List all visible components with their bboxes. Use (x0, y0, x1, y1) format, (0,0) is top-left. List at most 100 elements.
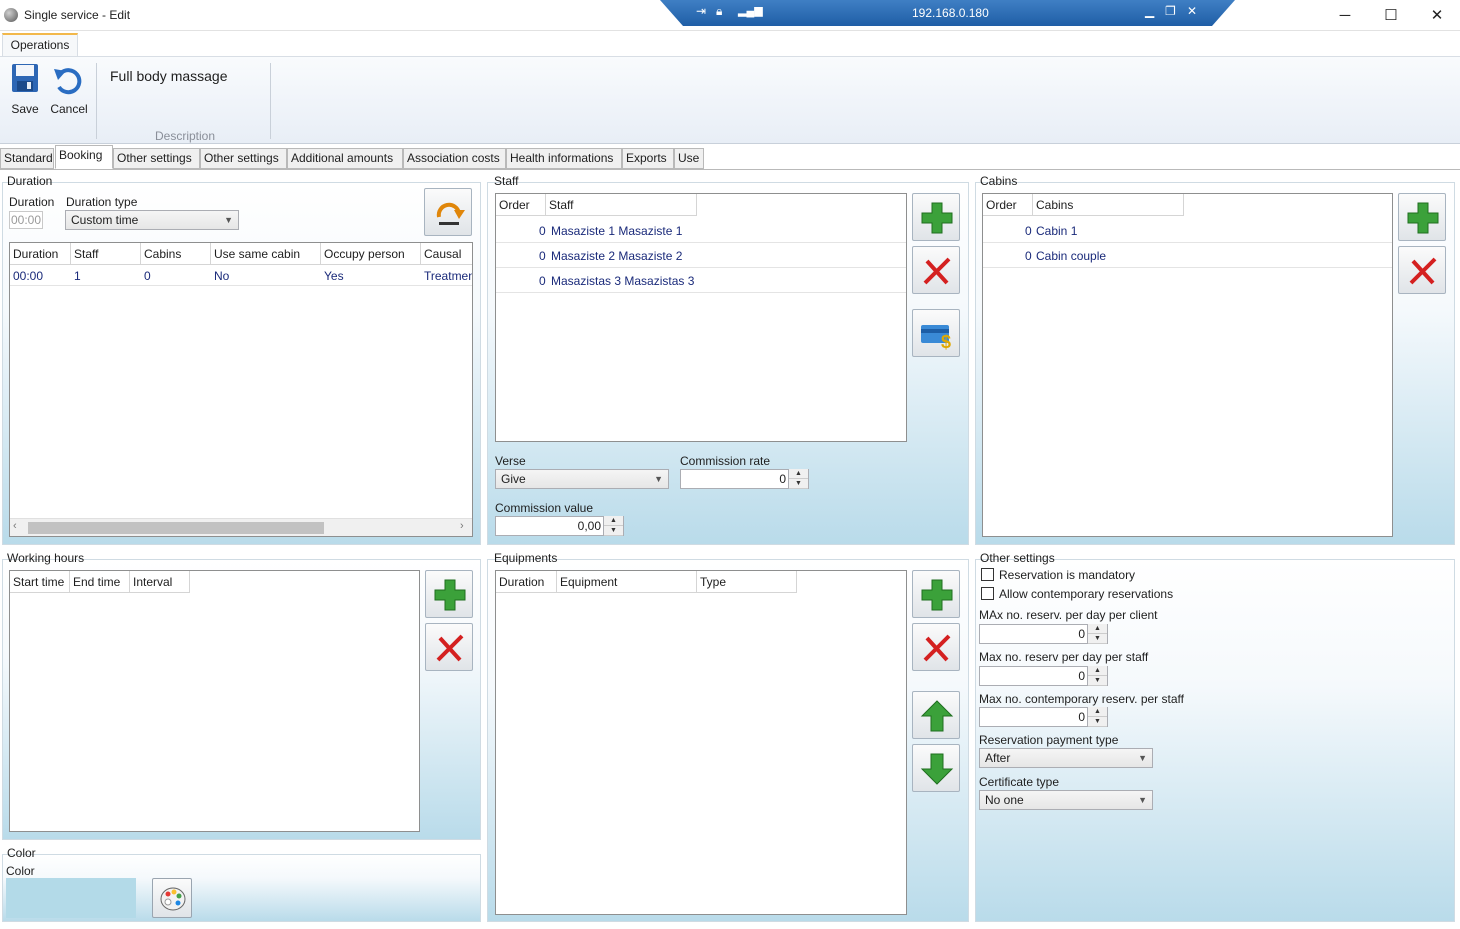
ribbon-tab-operations[interactable]: Operations (2, 33, 78, 57)
tab-other-settings[interactable]: Other settings (113, 148, 200, 169)
column-header[interactable]: Start time (10, 571, 70, 593)
tab-exports[interactable]: Exports (622, 148, 674, 169)
max-per-day-client-stepper[interactable]: 0 ▲ ▼ (979, 624, 1108, 644)
decrement-icon[interactable]: ▼ (789, 479, 808, 489)
tab-booking[interactable]: Booking (55, 145, 113, 169)
table-row[interactable]: 0 Masaziste 2 Masaziste 2 (496, 243, 906, 268)
tab-standard[interactable]: Standard (0, 148, 54, 169)
plus-icon (434, 579, 466, 611)
duration-grid: Duration Staff Cabins Use same cabin Occ… (9, 242, 473, 537)
add-working-hours-button[interactable] (425, 570, 473, 618)
table-row[interactable]: 0 Cabin 1 (983, 218, 1392, 243)
increment-icon[interactable]: ▲ (1088, 707, 1107, 717)
column-header[interactable]: Equipment (557, 571, 697, 593)
remove-working-hours-button[interactable] (425, 623, 473, 671)
scrollbar-thumb[interactable] (28, 522, 324, 534)
refresh-duration-button[interactable] (424, 188, 472, 236)
max-per-day-staff-stepper[interactable]: 0 ▲ ▼ (979, 666, 1108, 686)
rdp-restore-icon[interactable]: ❐ (1165, 4, 1176, 18)
move-up-button[interactable] (912, 691, 960, 739)
save-button[interactable]: Save (3, 61, 47, 117)
tab-association-costs[interactable]: Association costs (403, 148, 506, 169)
column-header[interactable]: Causal (421, 243, 472, 265)
decrement-icon[interactable]: ▼ (1088, 676, 1107, 686)
tab-additional-amounts[interactable]: Additional amounts (287, 148, 403, 169)
max-contemporary-stepper[interactable]: 0 ▲ ▼ (979, 707, 1108, 727)
stepper-buttons[interactable]: ▲ ▼ (1087, 624, 1107, 644)
horizontal-scrollbar[interactable]: ‹ › (10, 518, 472, 536)
remove-staff-button[interactable] (912, 246, 960, 294)
delete-x-icon (1409, 257, 1437, 285)
stepper-buttons[interactable]: ▲ ▼ (1087, 707, 1107, 727)
increment-icon[interactable]: ▲ (1088, 624, 1107, 634)
increment-icon[interactable]: ▲ (1088, 666, 1107, 676)
decrement-icon[interactable]: ▼ (604, 526, 623, 536)
column-header[interactable]: End time (70, 571, 130, 593)
cancel-button[interactable]: Cancel (47, 61, 91, 117)
add-staff-button[interactable] (912, 193, 960, 241)
rdp-minimize-icon[interactable]: ▁ (1145, 4, 1154, 18)
verse-label: Verse (495, 454, 526, 468)
stepper-buttons[interactable]: ▲ ▼ (1087, 666, 1107, 686)
tab-use[interactable]: Use (674, 148, 704, 169)
credit-card-dollar-icon: $ (921, 325, 951, 352)
table-row[interactable]: 0 Masaziste 1 Masaziste 1 (496, 218, 906, 243)
add-equipment-button[interactable] (912, 570, 960, 618)
column-header[interactable]: Interval (130, 571, 190, 593)
commission-value-stepper[interactable]: 0,00 ▲ ▼ (495, 516, 624, 536)
table-cell: 0 (539, 249, 546, 263)
column-header[interactable]: Duration (10, 243, 71, 265)
payment-type-select[interactable]: After ▼ (979, 748, 1153, 768)
table-cell: Cabin couple (1036, 249, 1107, 263)
column-header[interactable]: Order (983, 194, 1033, 216)
decrement-icon[interactable]: ▼ (1088, 717, 1107, 727)
arrow-down-icon (920, 753, 954, 785)
verse-select[interactable]: Give ▼ (495, 469, 669, 489)
close-button[interactable]: ✕ (1414, 0, 1460, 31)
allow-contemporary-checkbox[interactable] (981, 587, 994, 600)
add-cabin-button[interactable] (1398, 193, 1446, 241)
column-header[interactable]: Occupy person (321, 243, 421, 265)
column-header[interactable]: Staff (71, 243, 141, 265)
table-row[interactable]: 0 Cabin couple (983, 243, 1392, 268)
tab-other-settings-2[interactable]: Other settings (200, 148, 287, 169)
column-header[interactable]: Duration (496, 571, 557, 593)
stepper-buttons[interactable]: ▲ ▼ (788, 469, 808, 489)
column-header[interactable]: Staff (546, 194, 697, 216)
reservation-mandatory-checkbox[interactable] (981, 568, 994, 581)
pick-color-button[interactable] (152, 878, 192, 918)
pin-icon[interactable]: ⇥ (696, 4, 706, 18)
scroll-left-icon[interactable]: ‹ (13, 520, 17, 532)
tab-health-informations[interactable]: Health informations (506, 148, 622, 169)
column-header[interactable]: Order (496, 194, 546, 216)
move-down-button[interactable] (912, 744, 960, 792)
column-header[interactable]: Use same cabin (211, 243, 321, 265)
max-contemporary-label: Max no. contemporary reserv. per staff (979, 692, 1184, 706)
remove-cabin-button[interactable] (1398, 246, 1446, 294)
description-group-label: Description (155, 129, 216, 143)
column-header[interactable]: Cabins (1033, 194, 1184, 216)
chevron-down-icon: ▼ (1138, 753, 1147, 763)
increment-icon[interactable]: ▲ (604, 516, 623, 526)
certificate-type-select[interactable]: No one ▼ (979, 790, 1153, 810)
column-header[interactable]: Cabins (141, 243, 211, 265)
maximize-button[interactable]: ☐ (1368, 0, 1414, 31)
table-row[interactable]: 00:00 1 0 No Yes Treatmen (10, 266, 472, 286)
commission-rate-stepper[interactable]: 0 ▲ ▼ (680, 469, 809, 489)
minimize-button[interactable]: ─ (1322, 0, 1368, 31)
decrement-icon[interactable]: ▼ (1088, 634, 1107, 644)
increment-icon[interactable]: ▲ (789, 469, 808, 479)
cabins-grid: Order Cabins 0 Cabin 1 0 Cabin couple (982, 193, 1393, 537)
max-per-day-client-label: MAx no. reserv. per day per client (979, 608, 1158, 622)
duration-field[interactable]: 00:00 (9, 211, 43, 229)
scroll-right-icon[interactable]: › (460, 520, 464, 532)
table-row[interactable]: 0 Masazistas 3 Masazistas 3 (496, 268, 906, 293)
duration-type-select[interactable]: Custom time ▼ (65, 210, 239, 230)
remove-equipment-button[interactable] (912, 623, 960, 671)
color-swatch[interactable] (6, 878, 136, 918)
column-header[interactable]: Type (697, 571, 797, 593)
stepper-buttons[interactable]: ▲ ▼ (603, 516, 623, 536)
commission-button[interactable]: $ (912, 309, 960, 357)
rdp-close-icon[interactable]: ✕ (1187, 4, 1197, 18)
ribbon-separator (270, 63, 271, 139)
